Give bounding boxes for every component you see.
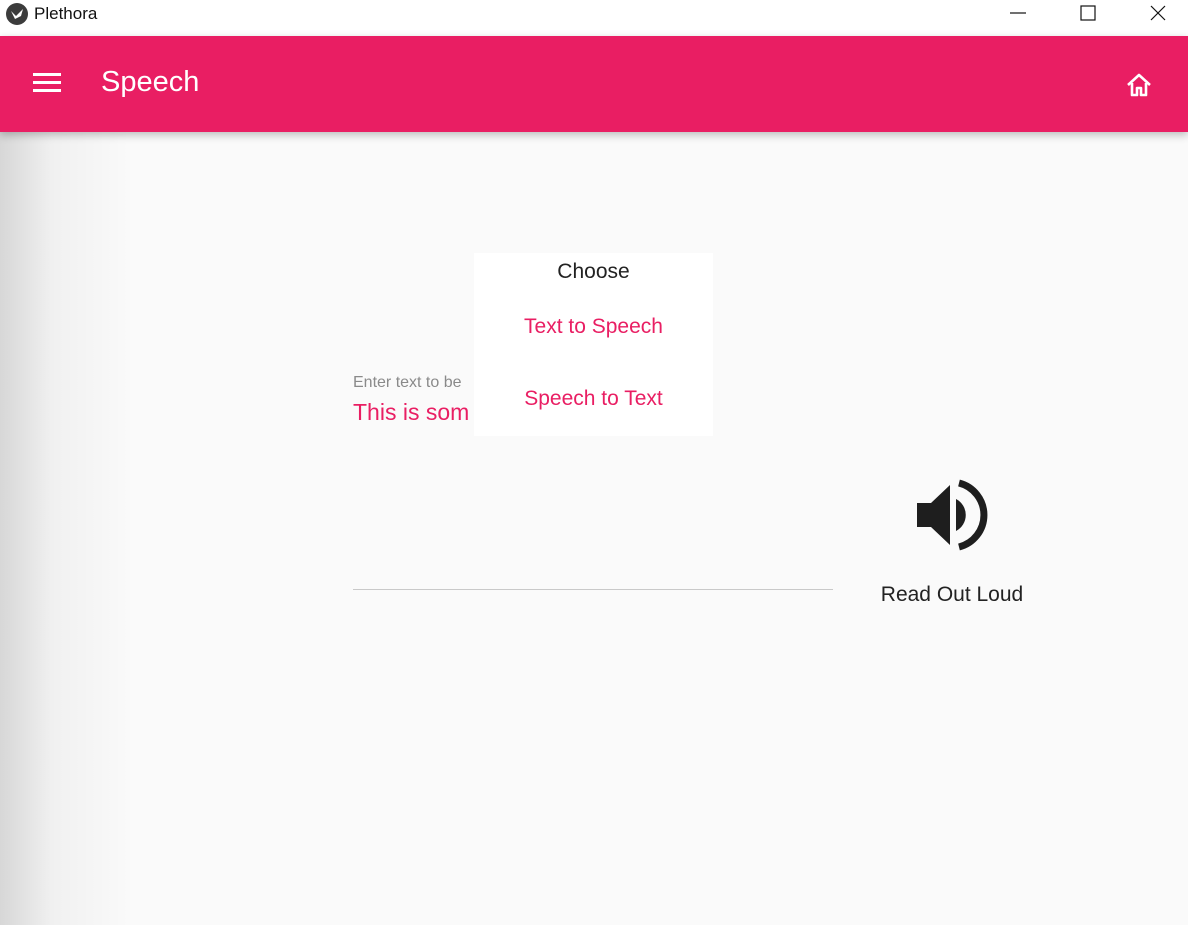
text-field-underline bbox=[353, 589, 833, 590]
maximize-button[interactable] bbox=[1058, 0, 1118, 28]
chooser-title: Choose bbox=[557, 260, 630, 283]
minimize-button[interactable] bbox=[988, 0, 1048, 28]
text-to-speech-option[interactable]: Text to Speech bbox=[474, 315, 713, 339]
window-title: Plethora bbox=[34, 4, 98, 23]
text-field-input[interactable]: This is som bbox=[353, 399, 469, 426]
volume-icon[interactable] bbox=[915, 479, 991, 551]
chooser-dialog: Choose Text to Speech Speech to Text bbox=[474, 253, 713, 436]
app-logo-icon bbox=[6, 3, 28, 25]
window-titlebar: Plethora bbox=[0, 0, 1188, 36]
app-bar: Speech bbox=[0, 36, 1188, 132]
page-title: Speech bbox=[101, 66, 200, 98]
menu-icon[interactable] bbox=[33, 73, 61, 95]
nav-drawer-shadow bbox=[0, 132, 130, 925]
home-icon[interactable] bbox=[1124, 70, 1154, 100]
speech-to-text-option[interactable]: Speech to Text bbox=[474, 387, 713, 411]
close-button[interactable] bbox=[1128, 0, 1188, 28]
read-out-loud-label[interactable]: Read Out Loud bbox=[852, 583, 1052, 607]
text-field-hint: Enter text to be bbox=[353, 374, 462, 391]
